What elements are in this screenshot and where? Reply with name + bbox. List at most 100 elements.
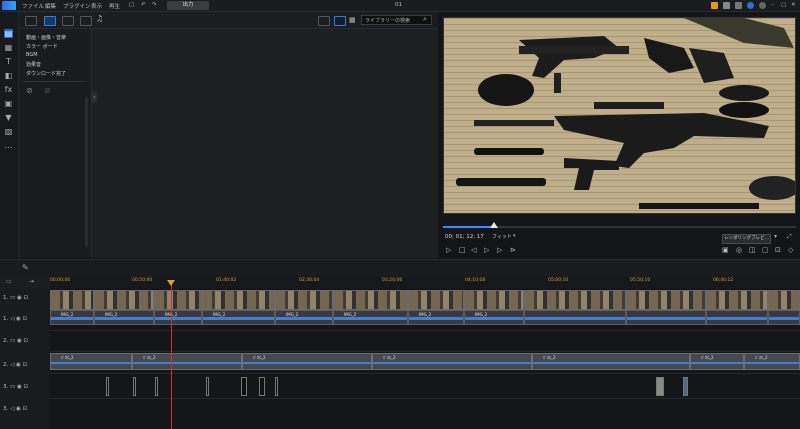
video-clip[interactable] <box>50 290 94 310</box>
audio-clip[interactable] <box>524 310 626 325</box>
camera-icon[interactable]: ◎ <box>736 246 742 254</box>
video-clip[interactable] <box>464 290 524 310</box>
maximize-icon[interactable]: ▢ <box>781 2 786 8</box>
track-manager-icon[interactable]: ▭ <box>6 278 12 285</box>
effect-clip[interactable] <box>241 377 247 396</box>
image-clip[interactable] <box>656 377 664 396</box>
audio-clip[interactable] <box>706 310 768 325</box>
edit-tools-icon[interactable]: ✎ <box>22 263 29 272</box>
video-clip[interactable] <box>408 290 464 310</box>
image-clip[interactable] <box>683 377 688 396</box>
video-clip[interactable] <box>275 290 333 310</box>
render-preview-button[interactable]: レンダリングプレビ... <box>722 234 771 244</box>
fullscreen-icon[interactable]: ⤢ <box>787 233 792 241</box>
snapshot-icon[interactable]: ▣ <box>722 246 729 254</box>
minimize-icon[interactable]: – <box>771 2 774 8</box>
volume-icon[interactable]: ◫ <box>749 246 756 254</box>
video-clip[interactable] <box>333 290 408 310</box>
library-search-input[interactable]: ライブラリーの検索 <box>361 15 432 25</box>
capture-icon[interactable]: ▢ <box>129 2 134 8</box>
audio-clip[interactable]: IMG_2 <box>464 310 524 325</box>
previous-frame-icon[interactable]: ◁ <box>471 246 476 254</box>
video-clip[interactable] <box>768 290 800 310</box>
effect-clip[interactable] <box>106 377 109 396</box>
track-audio-3-label[interactable]: 3. ◁ ◉ ⊡ <box>3 406 27 412</box>
undo-icon[interactable]: ↶ <box>141 2 146 8</box>
collapse-panel-icon[interactable]: ‹ <box>92 92 97 103</box>
audio-scrub-icon[interactable]: ⊳ <box>510 246 516 254</box>
audio-clip[interactable]: IMG_2 <box>50 310 94 325</box>
fast-forward-icon[interactable]: ▷ <box>497 246 502 254</box>
video-clip[interactable] <box>626 290 706 310</box>
undock-icon[interactable]: ⊡ <box>775 246 781 254</box>
audio-clip[interactable]: IMG_2 <box>408 310 464 325</box>
chevron-down-icon[interactable]: ▾ <box>513 233 516 239</box>
title-icon[interactable]: T <box>4 57 13 66</box>
image-filter-icon[interactable] <box>80 16 92 26</box>
track-video-2-label[interactable]: 2. ▭ ◉ ⊡ <box>3 338 28 344</box>
account-icon[interactable] <box>747 2 754 9</box>
bgm-clip[interactable]: ﾊﾞﾈﾙ_2 <box>132 353 242 370</box>
video-clip[interactable] <box>94 290 154 310</box>
settings-icon[interactable] <box>735 2 742 9</box>
category-sfx[interactable]: 効果音 <box>26 61 41 68</box>
subtitle-icon[interactable]: ▧ <box>4 127 13 136</box>
bgm-clip[interactable]: ﾊﾞﾈﾙ_2 <box>242 353 372 370</box>
remove-tag-icon[interactable]: ⊘ <box>44 86 51 95</box>
seek-handle[interactable] <box>490 222 498 228</box>
category-media[interactable]: 動画・画像・音楽 <box>26 34 66 41</box>
list-view-icon[interactable] <box>318 16 330 26</box>
effect-clip[interactable] <box>259 377 265 396</box>
help-icon[interactable] <box>759 2 766 9</box>
audio-filter-icon[interactable]: ♫ <box>96 15 106 23</box>
playhead[interactable] <box>171 281 172 429</box>
cart-icon[interactable] <box>711 2 718 9</box>
play-icon[interactable]: ▷ <box>446 246 451 254</box>
playhead-handle[interactable] <box>167 280 175 286</box>
close-icon[interactable]: ✕ <box>791 2 796 8</box>
track-video-1-label[interactable]: 1. ▭ ◉ ⊡ <box>3 295 28 301</box>
category-color-board[interactable]: カラー ボード <box>26 43 58 50</box>
grid-view-icon[interactable] <box>334 16 346 26</box>
video-clip[interactable] <box>706 290 768 310</box>
bgm-clip[interactable]: ﾊﾞﾈﾙ_2 <box>744 353 800 370</box>
effect-icon[interactable]: fx <box>4 85 13 94</box>
track-audio-1-label[interactable]: 1. ◁ ◉ ⊡ <box>3 316 27 322</box>
audio-clip[interactable] <box>768 310 800 325</box>
preview-menu-icon[interactable]: ▾ <box>774 233 777 240</box>
transition-icon[interactable]: ◧ <box>4 71 13 80</box>
menu-playback[interactable]: 再生 <box>109 2 120 10</box>
menu-plugin[interactable]: プラグイン <box>63 2 91 10</box>
video-clip[interactable] <box>154 290 202 310</box>
expand-icon[interactable]: ◇ <box>788 246 793 254</box>
add-tag-icon[interactable]: ⊘ <box>26 86 33 95</box>
video-clip[interactable] <box>202 290 275 310</box>
category-scrollbar[interactable] <box>85 97 88 247</box>
audio-clip[interactable]: IMG_2 <box>94 310 154 325</box>
track-audio-2-label[interactable]: 2. ◁ ◉ ⊡ <box>3 362 27 368</box>
more-icon[interactable]: … <box>4 141 13 150</box>
search-icon[interactable]: ⌕ <box>423 15 427 24</box>
preview-timecode[interactable]: 00; 01; 12; 17 <box>445 234 484 240</box>
bgm-clip[interactable]: ﾊﾞﾈﾙ_2 <box>532 353 690 370</box>
effect-clip[interactable] <box>206 377 209 396</box>
mail-icon[interactable] <box>723 2 730 9</box>
video-clip[interactable] <box>524 290 626 310</box>
bgm-clip[interactable]: ﾊﾞﾈﾙ_2 <box>372 353 532 370</box>
particle-icon[interactable]: ▼ <box>4 113 13 122</box>
audio-clip[interactable] <box>626 310 706 325</box>
bgm-clip[interactable]: ﾊﾞﾈﾙ_2 <box>690 353 744 370</box>
fit-timeline-icon[interactable]: ⇥ <box>29 278 34 285</box>
effect-clip[interactable] <box>133 377 136 396</box>
menu-file[interactable]: ファイル <box>22 2 44 10</box>
pip-icon[interactable]: ▣ <box>4 99 13 108</box>
effect-clip[interactable] <box>275 377 278 396</box>
media-library-area[interactable] <box>92 29 438 258</box>
bgm-clip[interactable]: ﾊﾞﾈﾙ_2 <box>50 353 132 370</box>
next-frame-icon[interactable]: ▷ <box>484 246 489 254</box>
audio-clip[interactable]: IMG_2 <box>275 310 333 325</box>
track-video-3-label[interactable]: 3. ▭ ◉ ⊡ <box>3 384 28 390</box>
category-downloaded[interactable]: ダウンロード完了 <box>26 70 66 77</box>
import-icon[interactable] <box>25 16 37 26</box>
menu-view[interactable]: 表示 <box>91 2 102 10</box>
